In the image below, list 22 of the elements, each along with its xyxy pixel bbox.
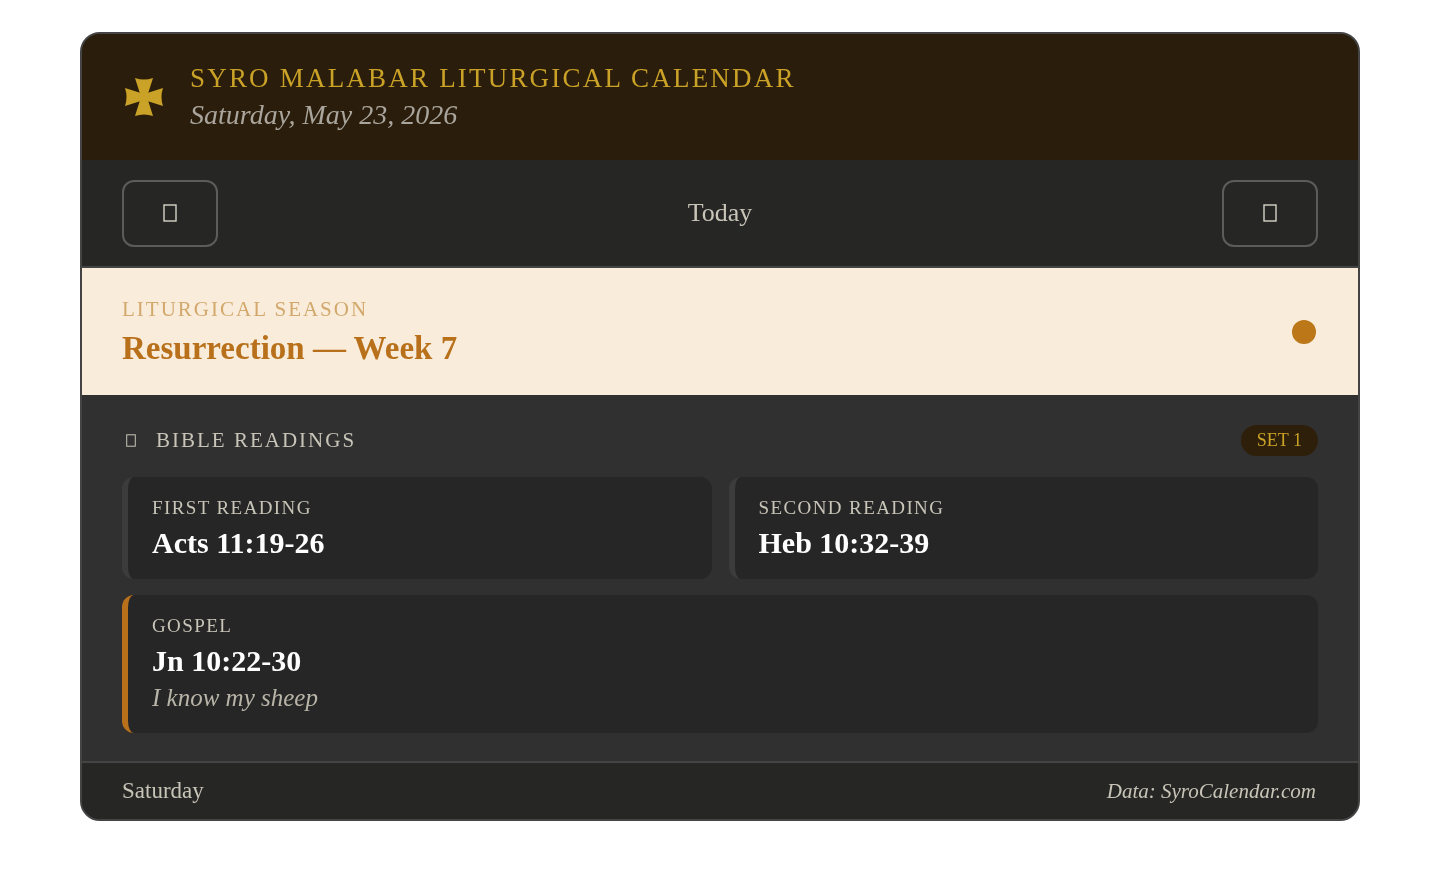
footer-day: Saturday [122,778,204,804]
square-icon [126,433,136,447]
cross-icon [124,77,164,117]
season-name: Resurrection — Week 7 [122,328,458,367]
reading-reference: Jn 10:22-30 [152,643,303,679]
set-badge: SET 1 [1240,424,1318,456]
reading-label: GOSPEL [152,614,234,638]
season-label: LITURGICAL SEASON [122,296,370,321]
reading-label: FIRST READING [152,496,313,520]
app-title: SYRO MALABAR LITURGICAL CALENDAR [190,62,796,94]
data-source-text: Data: SyroCalendar.com [1106,778,1316,804]
reading-reference: Heb 10:32-39 [758,525,931,561]
reading-subtitle: I know my sheep [152,683,319,713]
section-title: BIBLE READINGS [156,427,357,453]
today-label: Today [687,198,753,228]
date-subtitle: Saturday, May 23, 2026 [190,98,459,132]
next-day-button[interactable] [1222,179,1318,247]
previous-day-button[interactable] [122,179,218,247]
square-icon [163,204,177,222]
square-icon [1263,204,1277,222]
reading-reference: Acts 11:19-26 [152,525,326,561]
reading-label: SECOND READING [758,496,946,520]
